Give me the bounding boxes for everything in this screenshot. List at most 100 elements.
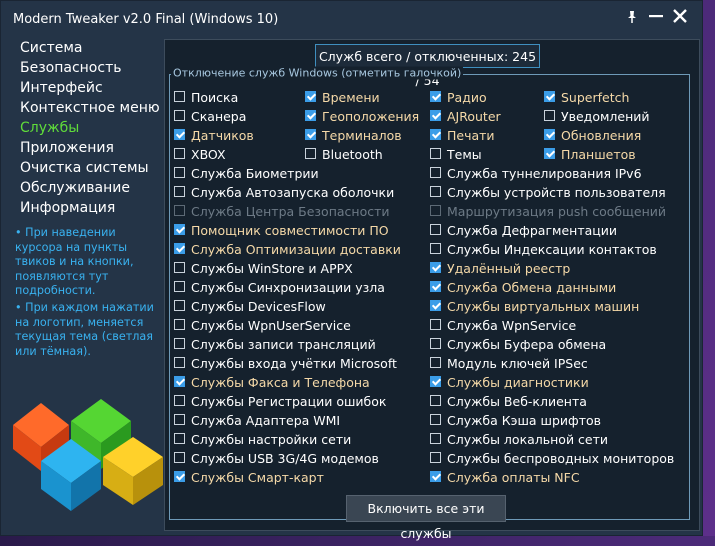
- checkbox-box[interactable]: [174, 300, 185, 311]
- minimize-icon[interactable]: [645, 8, 667, 30]
- sidebar-item[interactable]: Контекстное меню: [1, 98, 161, 118]
- checkbox-box[interactable]: [430, 262, 441, 273]
- title-bar: Modern Tweaker v2.0 Final (Windows 10): [1, 1, 702, 37]
- checkbox-box[interactable]: [544, 91, 555, 102]
- sidebar-item[interactable]: Очистка системы: [1, 158, 161, 178]
- sidebar-item[interactable]: Приложения: [1, 138, 161, 158]
- checkbox-box[interactable]: [174, 433, 185, 444]
- checkbox-box[interactable]: [430, 186, 441, 197]
- checkbox-box[interactable]: [430, 110, 441, 121]
- checkbox-label: Службы Смарт-карт: [191, 470, 324, 485]
- checkbox-box[interactable]: [430, 376, 441, 387]
- sidebar-item[interactable]: Интерфейс: [1, 78, 161, 98]
- checkbox-box[interactable]: [174, 376, 185, 387]
- checkbox-box[interactable]: [305, 129, 316, 140]
- checkbox-box[interactable]: [174, 205, 185, 216]
- checkbox-label: Службы локальной сети: [447, 432, 609, 447]
- checkbox-label: Службы WpnUserService: [191, 318, 351, 333]
- checkbox-box[interactable]: [174, 338, 185, 349]
- checkbox-label: AJRouter: [447, 109, 501, 124]
- checkbox-box[interactable]: [305, 148, 316, 159]
- checkbox-label: Обновления: [561, 128, 642, 143]
- checkbox-box[interactable]: [430, 414, 441, 425]
- checkbox-label: Терминалов: [322, 128, 402, 143]
- sidebar-item[interactable]: Службы: [1, 118, 161, 138]
- app-logo-icon[interactable]: [11, 395, 166, 517]
- checkbox-box[interactable]: [430, 433, 441, 444]
- main-window: Modern Tweaker v2.0 Final (Windows 10) С…: [0, 0, 703, 541]
- checkbox-label: Службы Регистрации ошибок: [191, 394, 387, 409]
- checkbox-box[interactable]: [430, 224, 441, 235]
- checkbox-box[interactable]: [430, 452, 441, 463]
- enable-all-services-button[interactable]: Включить все эти службы: [346, 495, 506, 541]
- checkbox-box[interactable]: [174, 414, 185, 425]
- checkbox-box[interactable]: [174, 262, 185, 273]
- checkbox-box[interactable]: [174, 186, 185, 197]
- checkbox-box[interactable]: [430, 205, 441, 216]
- pin-icon[interactable]: [621, 8, 643, 30]
- sidebar-item[interactable]: Информация: [1, 198, 161, 218]
- checkbox-label: Службы Буфера обмена: [447, 337, 607, 352]
- checkbox-box[interactable]: [544, 148, 555, 159]
- checkbox-box[interactable]: [430, 281, 441, 292]
- checkbox-box[interactable]: [174, 167, 185, 178]
- checkbox-box[interactable]: [430, 300, 441, 311]
- checkbox-label: Службы Синхронизации узла: [191, 280, 385, 295]
- checkbox-box[interactable]: [430, 319, 441, 330]
- checkbox-box[interactable]: [430, 91, 441, 102]
- close-icon[interactable]: [669, 8, 691, 30]
- checkbox-label: Superfetch: [561, 90, 630, 105]
- checkbox-box[interactable]: [430, 338, 441, 349]
- checkbox-box[interactable]: [174, 357, 185, 368]
- checkbox-label: Службы USB 3G/4G модемов: [191, 451, 379, 466]
- checkbox-box[interactable]: [430, 395, 441, 406]
- checkbox-box[interactable]: [430, 243, 441, 254]
- checkbox-label: Уведомлений: [561, 109, 650, 124]
- checkbox-label: Службы входа учётки Microsoft: [191, 356, 397, 371]
- checkbox-box[interactable]: [430, 471, 441, 482]
- checkbox-label: Служба оплаты NFC: [447, 470, 580, 485]
- checkbox-box[interactable]: [430, 167, 441, 178]
- checkbox-box[interactable]: [174, 224, 185, 235]
- checkbox-label: Службы Веб-клиента: [447, 394, 587, 409]
- checkbox-box[interactable]: [174, 148, 185, 159]
- checkbox-label: Темы: [447, 147, 482, 162]
- checkbox-box[interactable]: [174, 281, 185, 292]
- checkbox-label: Служба Автозапуска оболочки: [191, 185, 395, 200]
- checkbox-box[interactable]: [305, 91, 316, 102]
- checkbox-label: Служба WpnService: [447, 318, 577, 333]
- checkbox-box[interactable]: [305, 110, 316, 121]
- checkbox-box[interactable]: [430, 129, 441, 140]
- checkbox-box[interactable]: [430, 148, 441, 159]
- checkbox-label: Служба Адаптера WMI: [191, 413, 341, 428]
- checkbox-box[interactable]: [174, 129, 185, 140]
- checkbox-label: Служба Биометрии: [191, 166, 319, 181]
- checkbox-label: Служба Обмена данными: [447, 280, 617, 295]
- checkbox-box[interactable]: [174, 91, 185, 102]
- sidebar-item[interactable]: Система: [1, 38, 161, 58]
- checkbox-box[interactable]: [174, 243, 185, 254]
- checkbox-label: Службы диагностики: [447, 375, 589, 390]
- checkbox-box[interactable]: [174, 452, 185, 463]
- checkbox-box[interactable]: [174, 110, 185, 121]
- sidebar-item[interactable]: Обслуживание: [1, 178, 161, 198]
- checkbox-label: Службы WinStore и APPX: [191, 261, 353, 276]
- sidebar-item[interactable]: Безопасность: [1, 58, 161, 78]
- checkbox-label: Печати: [447, 128, 495, 143]
- checkbox-box[interactable]: [430, 357, 441, 368]
- checkbox-label: Службы Индексации контактов: [447, 242, 657, 257]
- checkbox-label: Служба Оптимизации доставки: [191, 242, 401, 257]
- checkbox-box[interactable]: [544, 129, 555, 140]
- checkbox-label: Планшетов: [561, 147, 636, 162]
- checkbox-box[interactable]: [174, 471, 185, 482]
- checkbox-box[interactable]: [174, 395, 185, 406]
- checkbox-label: Службы DevicesFlow: [191, 299, 326, 314]
- sidebar-nav: Система Безопасность Интерфейс Контекстное …: [1, 38, 161, 218]
- checkbox-label: Сканера: [191, 109, 247, 124]
- services-counter: Служб всего / отключенных: 245 / 54: [315, 44, 540, 88]
- checkbox-label: Службы настройки сети: [191, 432, 352, 447]
- checkbox-label: Геоположения: [322, 109, 420, 124]
- checkbox-box[interactable]: [174, 319, 185, 330]
- checkbox-box[interactable]: [544, 110, 555, 121]
- checkbox-label: Службы беспроводных мониторов: [447, 451, 675, 466]
